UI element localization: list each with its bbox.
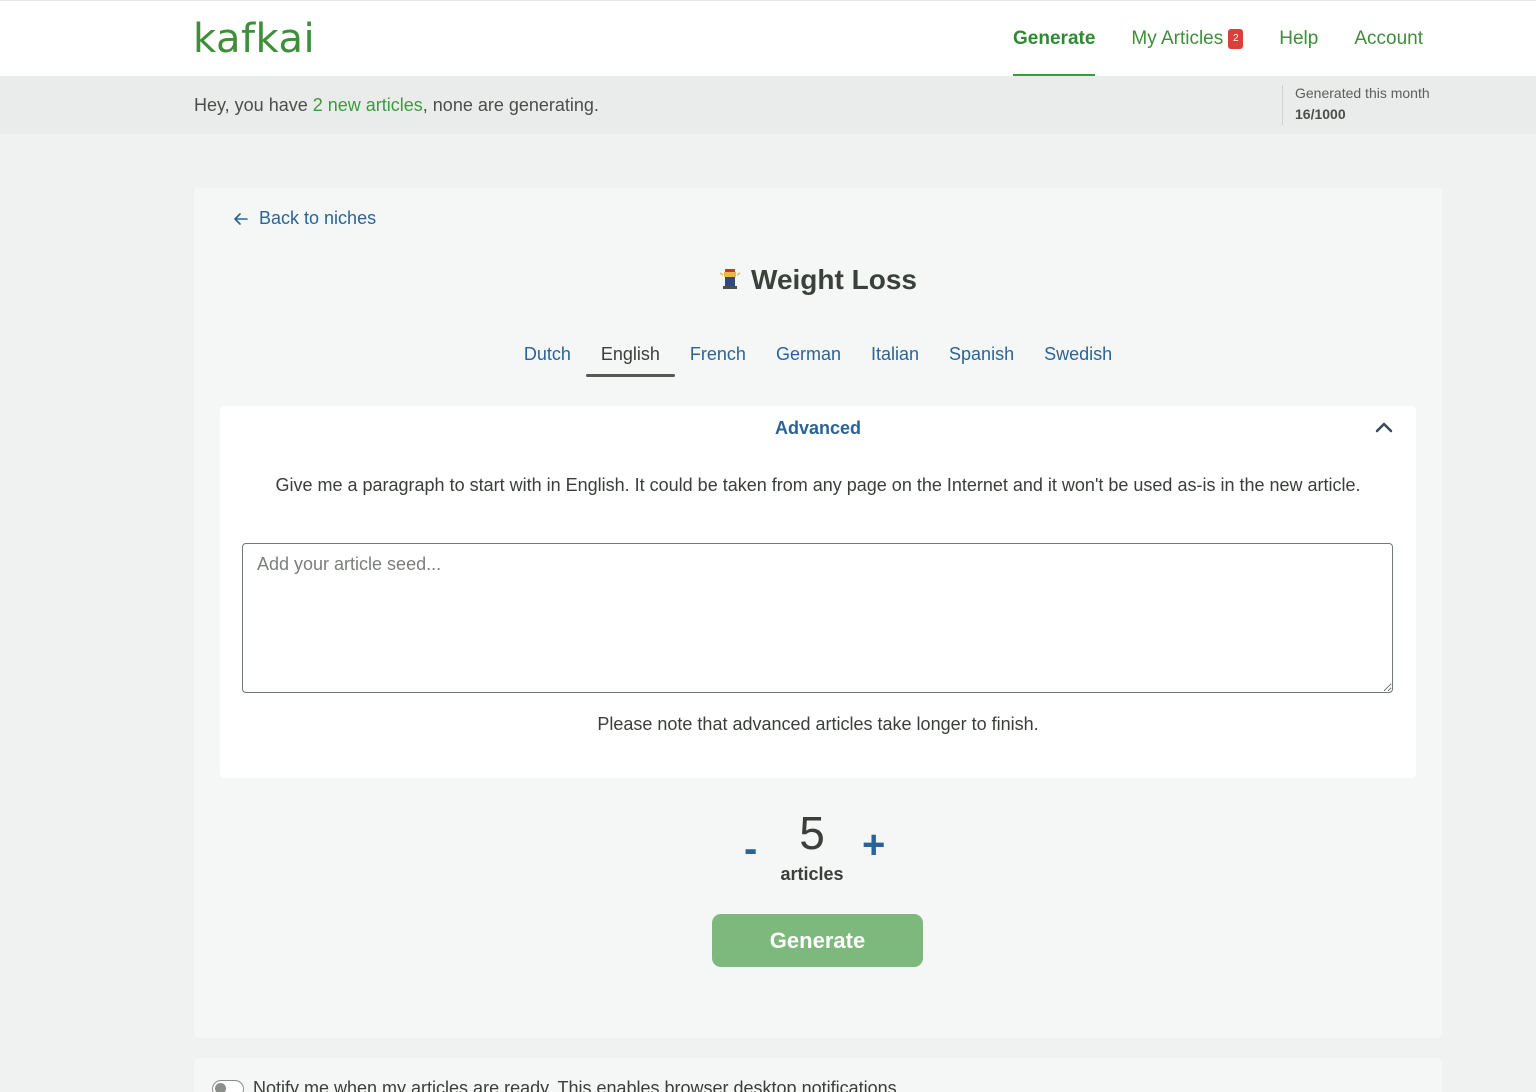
kafkai-logo[interactable]: kafkai — [193, 15, 315, 63]
niche-title-text: Weight Loss — [751, 264, 917, 295]
article-count-stepper: - 5 articles + — [734, 803, 904, 893]
advanced-panel: Advanced Give me a paragraph to start wi… — [220, 406, 1416, 778]
nav-my-articles[interactable]: My Articles 2 — [1131, 1, 1244, 77]
nav-generate[interactable]: Generate — [1013, 1, 1096, 77]
nav-help[interactable]: Help — [1279, 1, 1318, 77]
back-to-niches-link[interactable]: Back to niches — [234, 208, 376, 229]
tab-swedish[interactable]: Swedish — [1029, 340, 1127, 377]
top-navbar: kafkai Generate My Articles 2 Help Accou… — [0, 0, 1536, 77]
increment-button[interactable]: + — [862, 823, 885, 868]
decrement-button[interactable]: - — [744, 827, 757, 872]
tab-dutch[interactable]: Dutch — [509, 340, 586, 377]
status-suffix: , none are generating. — [422, 95, 599, 115]
nav-my-articles-label: My Articles — [1131, 28, 1224, 49]
nav-generate-label: Generate — [1013, 28, 1096, 49]
generate-card: Back to niches Weight Loss Dutch English… — [194, 188, 1442, 1038]
tab-spanish[interactable]: Spanish — [934, 340, 1029, 377]
main-nav: Generate My Articles 2 Help Account — [977, 1, 1423, 77]
article-seed-input[interactable] — [242, 543, 1393, 693]
quota-value: 16/1000 — [1295, 106, 1346, 122]
generate-button[interactable]: Generate — [712, 914, 923, 967]
quota-label: Generated this month — [1295, 85, 1430, 101]
nav-account[interactable]: Account — [1354, 1, 1423, 77]
article-count-label: articles — [780, 864, 844, 884]
lantern-icon — [719, 266, 741, 290]
tab-english[interactable]: English — [585, 340, 675, 377]
article-count-value: 5 — [799, 807, 825, 859]
tab-german[interactable]: German — [761, 340, 856, 377]
advanced-toggle-header[interactable]: Advanced — [220, 418, 1416, 439]
notify-label: Notify me when my articles are ready. Th… — [253, 1078, 902, 1092]
arrow-left-icon — [234, 208, 253, 228]
niche-title: Weight Loss — [194, 264, 1442, 296]
language-tabs: Dutch English French German Italian Span… — [194, 340, 1442, 377]
nav-help-label: Help — [1279, 28, 1319, 49]
back-label: Back to niches — [259, 208, 377, 228]
status-message: Hey, you have 2 new articles, none are g… — [194, 95, 599, 116]
nav-account-label: Account — [1354, 28, 1423, 49]
status-bar: Hey, you have 2 new articles, none are g… — [0, 76, 1536, 134]
status-prefix: Hey, you have — [194, 95, 313, 115]
new-articles-badge: 2 — [1228, 29, 1244, 49]
tab-french[interactable]: French — [675, 340, 761, 377]
advanced-note: Please note that advanced articles take … — [597, 714, 1039, 734]
monthly-quota: Generated this month 16/1000 — [1282, 85, 1430, 125]
advanced-description: Give me a paragraph to start with in Eng… — [275, 475, 1361, 495]
notify-card: Notify me when my articles are ready. Th… — [194, 1058, 1442, 1092]
chevron-up-icon[interactable] — [1374, 418, 1394, 438]
notify-toggle[interactable] — [212, 1080, 244, 1092]
new-articles-link[interactable]: 2 new articles — [313, 95, 423, 115]
tab-italian[interactable]: Italian — [856, 340, 934, 377]
